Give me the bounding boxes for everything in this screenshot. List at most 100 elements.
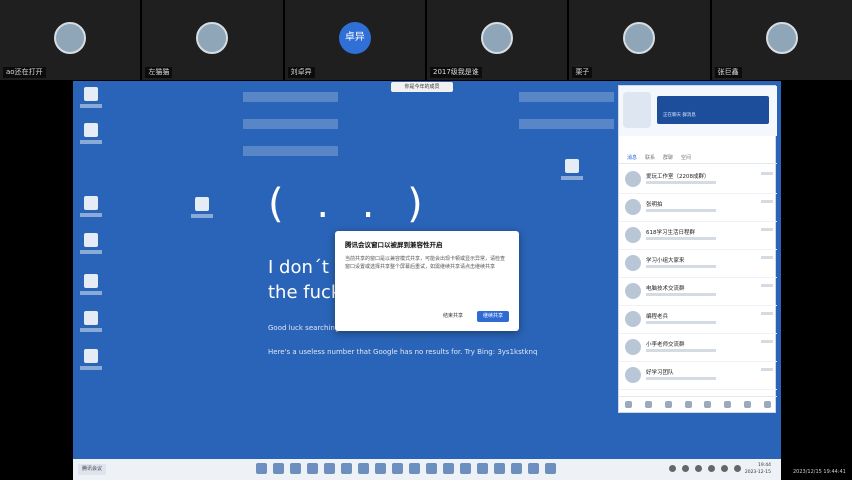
- chat-name: 爱玩工作室（2208成群）: [646, 174, 710, 180]
- list-item[interactable]: 小李老师交流群: [619, 334, 777, 362]
- participant-tile[interactable]: 栗子: [569, 0, 710, 80]
- desktop-icon[interactable]: [80, 87, 102, 117]
- error-subtext: Good luck searching: [268, 324, 340, 332]
- tab-messages[interactable]: 消息: [627, 152, 637, 163]
- app-icon[interactable]: [426, 463, 437, 474]
- desktop-icon[interactable]: [80, 311, 102, 341]
- app-icon[interactable]: [290, 463, 301, 474]
- chat-preview: [646, 321, 716, 324]
- folder-icon[interactable]: [645, 401, 653, 408]
- participant-name: 刘卓异: [287, 67, 315, 78]
- chat-preview: [646, 237, 716, 240]
- desktop-icon-label: [519, 92, 614, 102]
- icon-label: [80, 140, 102, 144]
- desktop-icon[interactable]: [191, 197, 213, 227]
- continue-share-button[interactable]: 继续共享: [476, 311, 509, 322]
- list-item[interactable]: 好学习团队: [619, 362, 777, 390]
- tray-icon[interactable]: [682, 465, 689, 472]
- desktop-icon-label: [243, 92, 338, 102]
- menu-icon[interactable]: [625, 401, 633, 408]
- taskbar-active-app[interactable]: 腾讯会议: [78, 464, 107, 475]
- chat-list: 爱玩工作室（2208成群） 张明拍 618学习生活日程群 学习小组大家来 电脑技…: [619, 166, 777, 390]
- tab-space[interactable]: 空间: [681, 152, 691, 163]
- shared-screen: 你是今年的成员 ( . . ) I don´t k the fuck Good …: [73, 81, 781, 480]
- desktop-icon[interactable]: [80, 274, 102, 304]
- tray-icon[interactable]: [708, 465, 715, 472]
- app-icon[interactable]: [511, 463, 522, 474]
- tray-icon[interactable]: [734, 465, 741, 472]
- app-icon[interactable]: [477, 463, 488, 474]
- desktop-icon[interactable]: [80, 349, 102, 379]
- taskbar-apps: [256, 463, 556, 474]
- chat-time: [761, 368, 773, 371]
- settings-icon[interactable]: [763, 401, 771, 408]
- folder-icon: [195, 197, 209, 211]
- end-share-button[interactable]: 结束共享: [436, 311, 469, 322]
- meeting-window: ao还在打开 左猫猫 卓异刘卓异 2017级我是谁 栗子 张巨鑫 你是今年的成员…: [0, 0, 852, 480]
- desktop-icon[interactable]: [561, 159, 583, 189]
- chat-inner-panel[interactable]: 正在聊天 群消息: [657, 96, 769, 124]
- desktop-icon[interactable]: [80, 123, 102, 153]
- app-icon[interactable]: [307, 463, 318, 474]
- chat-preview: [646, 265, 716, 268]
- avatar: [625, 171, 641, 187]
- app-icon[interactable]: [528, 463, 539, 474]
- app-icon[interactable]: [460, 463, 471, 474]
- desktop-icon[interactable]: [80, 233, 102, 263]
- search-icon[interactable]: [273, 463, 284, 474]
- chat-time: [761, 256, 773, 259]
- app-icon: [84, 274, 98, 288]
- avatar: [625, 255, 641, 271]
- participant-tile[interactable]: 2017级我是谁: [426, 0, 568, 80]
- participant-tile[interactable]: 卓异刘卓异: [284, 0, 425, 80]
- participant-tile[interactable]: 张巨鑫: [711, 0, 852, 80]
- error-face: ( . . ): [268, 181, 433, 227]
- app-icon[interactable]: [341, 463, 352, 474]
- list-item[interactable]: 电脑技术交流群: [619, 278, 777, 306]
- avatar: [625, 227, 641, 243]
- participant-tile[interactable]: 左猫猫: [142, 0, 283, 80]
- participant-name: 左猫猫: [145, 67, 173, 78]
- error-heading-line2: the fuck: [268, 282, 342, 303]
- avatar: [625, 199, 641, 215]
- chat-name: 张明拍: [646, 202, 663, 208]
- app-icon[interactable]: [324, 463, 335, 474]
- mail-icon[interactable]: [664, 401, 672, 408]
- app-icon[interactable]: [494, 463, 505, 474]
- list-item[interactable]: 学习小组大家来: [619, 250, 777, 278]
- star-icon[interactable]: [743, 401, 751, 408]
- app-icon[interactable]: [409, 463, 420, 474]
- app-icon[interactable]: [443, 463, 454, 474]
- avatar: 卓异: [338, 22, 371, 54]
- desktop-icon[interactable]: [80, 196, 102, 226]
- tray-icon[interactable]: [721, 465, 728, 472]
- icon-label: [80, 250, 102, 254]
- cloud-icon[interactable]: [724, 401, 732, 408]
- list-item[interactable]: 爱玩工作室（2208成群）: [619, 166, 777, 194]
- tab-groups[interactable]: 群聊: [663, 152, 673, 163]
- chat-preview: [646, 209, 716, 212]
- start-icon[interactable]: [256, 463, 267, 474]
- tab-contacts[interactable]: 联系: [645, 152, 655, 163]
- error-subtext: Here's a useless number that Google has …: [268, 348, 538, 356]
- chat-header: 正在聊天 群消息: [619, 86, 777, 136]
- icon-label: [80, 328, 102, 332]
- list-item[interactable]: 张明拍: [619, 194, 777, 222]
- app-icon[interactable]: [358, 463, 369, 474]
- avatar[interactable]: [623, 92, 651, 128]
- dialog-body: 当前共享的窗口是以兼容模式共享，可能会出现卡顿或显示异常，请检查窗口设置或选择共…: [345, 256, 506, 270]
- app-icon[interactable]: [684, 401, 692, 408]
- app-icon[interactable]: [392, 463, 403, 474]
- taskbar-clock[interactable]: 19:44 2023-12-15: [745, 462, 771, 476]
- avatar: [625, 339, 641, 355]
- list-item[interactable]: 编程老兵: [619, 306, 777, 334]
- tray-icon[interactable]: [669, 465, 676, 472]
- tray-icon[interactable]: [695, 465, 702, 472]
- game-icon[interactable]: [704, 401, 712, 408]
- list-item[interactable]: 618学习生活日程群: [619, 222, 777, 250]
- app-icon[interactable]: [545, 463, 556, 474]
- participant-tile[interactable]: ao还在打开: [0, 0, 141, 80]
- app-icon[interactable]: [375, 463, 386, 474]
- chat-time: [761, 172, 773, 175]
- share-banner[interactable]: 你是今年的成员: [391, 82, 453, 92]
